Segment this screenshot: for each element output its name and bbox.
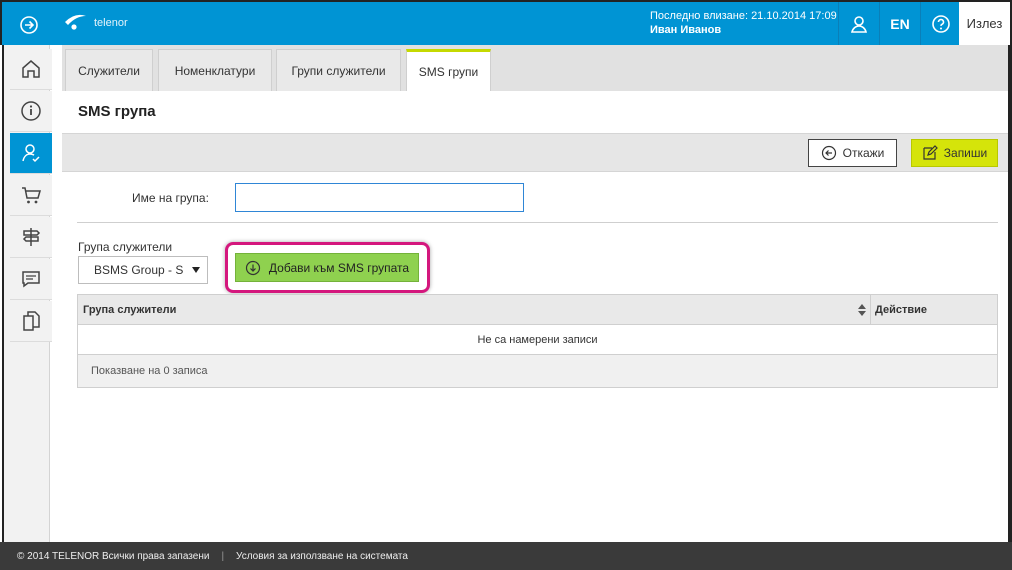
cancel-button[interactable]: Откажи — [808, 139, 897, 167]
menu-toggle-button[interactable] — [10, 8, 48, 42]
footer: © 2014 TELENOR Всички права запазени | У… — [0, 542, 1012, 570]
table-header: Група служители Действие — [78, 295, 997, 325]
help-button[interactable] — [920, 2, 961, 45]
telenor-logo: telenor — [62, 10, 128, 32]
action-bar: Откажи Запиши — [62, 133, 1008, 172]
caret-down-icon — [192, 267, 200, 273]
sort-icon[interactable] — [858, 304, 866, 316]
column-header-group[interactable]: Група служители — [83, 304, 176, 316]
sidebar — [2, 45, 52, 542]
footer-separator: | — [221, 550, 225, 562]
save-button[interactable]: Запиши — [911, 139, 998, 167]
main-content: SMS група Откажи Запиши Име на група: Гр… — [62, 91, 1008, 542]
signpost-icon — [22, 228, 41, 246]
table-empty-row: Не са намерени записи — [78, 325, 997, 355]
add-to-sms-group-button[interactable]: Добави към SMS групата — [235, 253, 419, 282]
brand-name: telenor — [94, 17, 128, 29]
group-name-label: Име на група: — [132, 191, 209, 205]
copyright-text: © 2014 TELENOR Всички права запазени — [17, 550, 210, 562]
message-icon — [22, 271, 40, 288]
user-icon — [850, 15, 868, 33]
logout-button[interactable]: Излез — [959, 2, 1010, 45]
save-label: Запиши — [943, 146, 988, 160]
arrow-left-circle-icon — [821, 145, 836, 161]
top-bar: telenor Последно влизане: 21.10.2014 17:0… — [0, 0, 1012, 45]
sidebar-item-shop[interactable] — [10, 175, 52, 216]
sidebar-item-routes[interactable] — [10, 217, 52, 258]
members-table: Група служители Действие Не са намерени … — [77, 294, 998, 388]
sidebar-item-employees[interactable] — [10, 133, 52, 174]
language-button[interactable]: EN — [879, 2, 920, 45]
tab-strip: Служители Номенклатури Групи служители S… — [62, 45, 1008, 91]
help-icon — [932, 14, 950, 33]
user-check-icon — [22, 144, 40, 163]
documents-icon — [23, 311, 40, 331]
user-name: Иван Иванов — [650, 24, 722, 36]
home-icon — [22, 60, 40, 78]
edit-icon — [923, 145, 938, 160]
cancel-label: Откажи — [842, 146, 885, 160]
employee-group-label: Група служители — [78, 240, 173, 254]
add-label: Добави към SMS групата — [268, 260, 410, 275]
sidebar-item-documents[interactable] — [10, 301, 52, 342]
employee-group-selected: BSMS Group - S — [94, 263, 184, 277]
last-login-info: Последно влизане: 21.10.2014 17:09 Иван И… — [650, 9, 837, 37]
column-header-action: Действие — [875, 304, 927, 316]
profile-button[interactable] — [838, 2, 879, 45]
sidebar-item-messages[interactable] — [10, 259, 52, 300]
telenor-logo-icon — [65, 14, 86, 30]
last-login-value: 21.10.2014 17:09 — [751, 10, 837, 22]
tab-nomenclatures[interactable]: Номенклатури — [158, 49, 272, 91]
terms-link[interactable]: Условия за използване на системата — [236, 551, 408, 562]
table-record-count: Показване на 0 записа — [91, 365, 208, 377]
page-border — [1008, 45, 1012, 542]
group-name-input[interactable] — [235, 183, 524, 212]
last-login-label: Последно влизане: — [650, 10, 749, 22]
sidebar-item-info[interactable] — [10, 91, 52, 132]
tab-employees[interactable]: Служители — [65, 49, 153, 91]
divider — [77, 222, 998, 223]
arrow-right-circle-icon — [20, 16, 38, 34]
tab-sms-groups[interactable]: SMS групи — [406, 49, 491, 91]
employee-group-select[interactable]: BSMS Group - S — [78, 256, 208, 284]
info-icon — [21, 101, 41, 121]
sidebar-item-home[interactable] — [10, 49, 52, 90]
arrow-down-circle-icon — [245, 260, 261, 275]
column-separator — [870, 295, 871, 325]
page-title: SMS група — [78, 103, 156, 120]
tab-employee-groups[interactable]: Групи служители — [276, 49, 401, 91]
cart-icon — [22, 187, 41, 204]
